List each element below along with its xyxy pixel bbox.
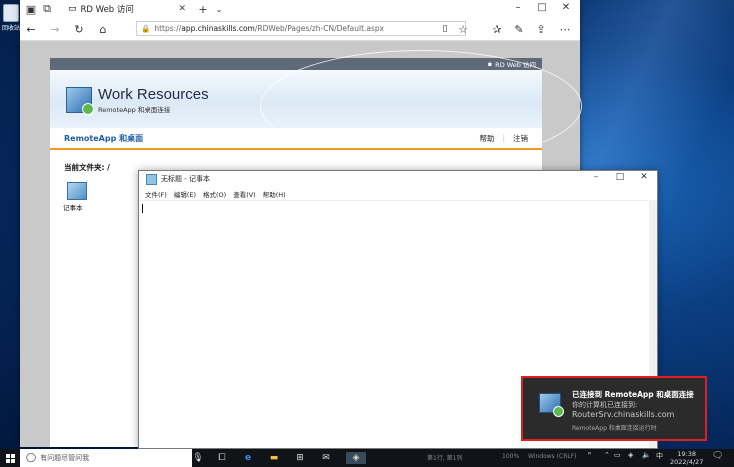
share-icon[interactable]: ⇪ xyxy=(534,22,548,36)
tab-rdweb[interactable]: ▭ RD Web 访问 ✕ xyxy=(68,0,192,18)
favorites-hub-icon[interactable]: ✰ xyxy=(490,22,504,36)
current-folder: 当前文件夹: / xyxy=(64,163,110,172)
page-icon: ▭ xyxy=(68,4,77,14)
tab-title: RD Web 访问 xyxy=(80,5,134,15)
network-icon[interactable]: ▭ xyxy=(614,451,621,459)
store-icon[interactable]: ⊞ xyxy=(294,452,306,464)
action-center-icon[interactable]: 🗨 xyxy=(712,451,723,461)
address-bar-row: ← → ↻ ⌂ 🔒 https://app.chinaskills.com/RD… xyxy=(20,18,580,41)
forward-icon[interactable]: → xyxy=(48,22,62,36)
url-domain: app.chinaskills.com xyxy=(181,24,255,33)
back-icon[interactable]: ← xyxy=(24,22,38,36)
notepad-title: 无标题 - 记事本 xyxy=(161,175,210,183)
tab-preview-icon[interactable]: ▣ xyxy=(24,2,38,16)
notes-pen-icon[interactable]: ✎ xyxy=(512,22,526,36)
clock-date: 2022/4/27 xyxy=(670,458,704,466)
people-icon[interactable]: ᴿ xyxy=(588,451,591,459)
logo-badge-icon xyxy=(82,103,94,115)
home-icon[interactable]: ⌂ xyxy=(96,22,110,36)
page-subtitle: RemoteApp 和桌面连接 xyxy=(98,106,171,114)
clock[interactable]: 19:38 2022/4/27 xyxy=(670,450,703,466)
url-path: /RDWeb/Pages/zh-CN/Default.aspx xyxy=(254,24,385,33)
close-tab-icon[interactable]: ✕ xyxy=(178,4,192,14)
menu-format[interactable]: 格式(O) xyxy=(203,189,226,199)
toast-title: 已连接到 RemoteApp 和桌面连接 xyxy=(572,390,694,399)
taskbar: ◯ 有问题尽管问我 🎙 ⧠ e ▬ ⊞ ✉ ◈ 第1行, 第1列 100% Wi… xyxy=(0,449,734,467)
start-button[interactable] xyxy=(0,449,20,467)
edge-icon[interactable]: e xyxy=(242,452,254,464)
notepad-titlebar: 无标题 - 记事本 xyxy=(139,171,657,187)
nav-divider: | xyxy=(502,133,505,142)
notepad-menubar: 文件(F) 编辑(E) 格式(O) 查看(V) 帮助(H) xyxy=(139,187,657,200)
menu-help[interactable]: 帮助(H) xyxy=(263,189,286,199)
refresh-icon[interactable]: ↻ xyxy=(72,22,86,36)
nav-remoteapp-desktops[interactable]: RemoteApp 和桌面 xyxy=(64,133,143,144)
recycle-bin-desktop-icon[interactable]: 回收站 xyxy=(2,2,20,32)
lock-icon: 🔒 xyxy=(141,24,151,33)
browser-titlebar: ▣ ⧉ ▭ RD Web 访问 ✕ + ⌄ – □ ✕ xyxy=(20,0,580,19)
tab-list-chevron-icon[interactable]: ⌄ xyxy=(212,2,226,16)
close-window-icon[interactable]: ✕ xyxy=(556,2,576,16)
page-title: Work Resources xyxy=(98,86,209,103)
connection-toast[interactable]: 已连接到 RemoteApp 和桌面连接 你的计算机已连接到: RouterSr… xyxy=(521,376,707,441)
task-view-icon[interactable]: ⧠ xyxy=(216,452,228,464)
notepad-icon xyxy=(146,173,157,185)
tray-chevron-icon[interactable]: ⌃ xyxy=(604,451,610,459)
reading-view-icon[interactable]: ▯ xyxy=(438,22,452,36)
rdweb-nav: RemoteApp 和桌面 帮助 | 注销 xyxy=(50,128,542,150)
clock-time: 19:38 xyxy=(677,450,697,458)
taskbar-search[interactable]: ◯ 有问题尽管问我 xyxy=(20,449,192,467)
search-placeholder: 有问题尽管问我 xyxy=(40,454,90,462)
text-caret xyxy=(142,204,143,213)
toast-badge-icon xyxy=(553,406,564,417)
file-explorer-icon[interactable]: ▬ xyxy=(268,452,280,464)
menu-file[interactable]: 文件(F) xyxy=(145,189,167,199)
toast-line3: RemoteApp 和桌面连接运行时 xyxy=(572,425,657,432)
notepad-minimize-icon[interactable]: – xyxy=(585,172,607,186)
menu-edit[interactable]: 编辑(E) xyxy=(174,189,196,199)
nav-right: 帮助 | 注销 xyxy=(479,133,528,144)
recycle-bin-icon xyxy=(3,4,19,22)
toast-line1: 你的计算机已连接到: xyxy=(572,401,638,409)
favorite-star-icon[interactable]: ☆ xyxy=(456,22,470,36)
microphone-icon[interactable]: 🎙 xyxy=(192,452,204,464)
recycle-bin-label: 回收站 xyxy=(2,25,21,32)
url-prefix: https:// xyxy=(154,24,182,33)
notepad-app-label[interactable]: 记事本 xyxy=(63,202,83,212)
more-icon[interactable]: ⋯ xyxy=(558,22,572,36)
menu-view[interactable]: 查看(V) xyxy=(233,189,256,199)
notepad-close-icon[interactable]: ✕ xyxy=(633,172,655,186)
ime-indicator[interactable]: 中 xyxy=(656,451,663,461)
mail-icon[interactable]: ✉ xyxy=(320,452,332,464)
notepad-app-icon[interactable] xyxy=(67,182,87,200)
remote-tray-icon[interactable]: ◈ xyxy=(628,451,633,459)
logout-link[interactable]: 注销 xyxy=(513,133,528,144)
help-link[interactable]: 帮助 xyxy=(479,133,494,144)
status-zoom: 100% xyxy=(502,453,520,460)
status-row-col: 第1行, 第1列 xyxy=(427,455,463,462)
windows-logo-icon xyxy=(5,453,15,463)
maximize-icon[interactable]: □ xyxy=(532,2,552,16)
remoteapp-taskbar-icon[interactable]: ◈ xyxy=(346,452,366,464)
notepad-maximize-icon[interactable]: □ xyxy=(609,172,631,186)
cortana-circle-icon: ◯ xyxy=(26,453,37,463)
volume-icon[interactable]: 🔈 xyxy=(642,451,651,459)
status-encoding: Windows (CRLF) xyxy=(528,453,577,460)
toast-server: RouterSrv.chinaskills.com xyxy=(572,410,675,419)
url-field[interactable]: 🔒 https://app.chinaskills.com/RDWeb/Page… xyxy=(136,21,466,36)
minimize-icon[interactable]: – xyxy=(508,2,528,16)
new-tab-icon[interactable]: + xyxy=(196,2,210,16)
set-aside-tabs-icon[interactable]: ⧉ xyxy=(40,2,54,16)
rdweb-banner: Work Resources RemoteApp 和桌面连接 xyxy=(50,50,582,162)
